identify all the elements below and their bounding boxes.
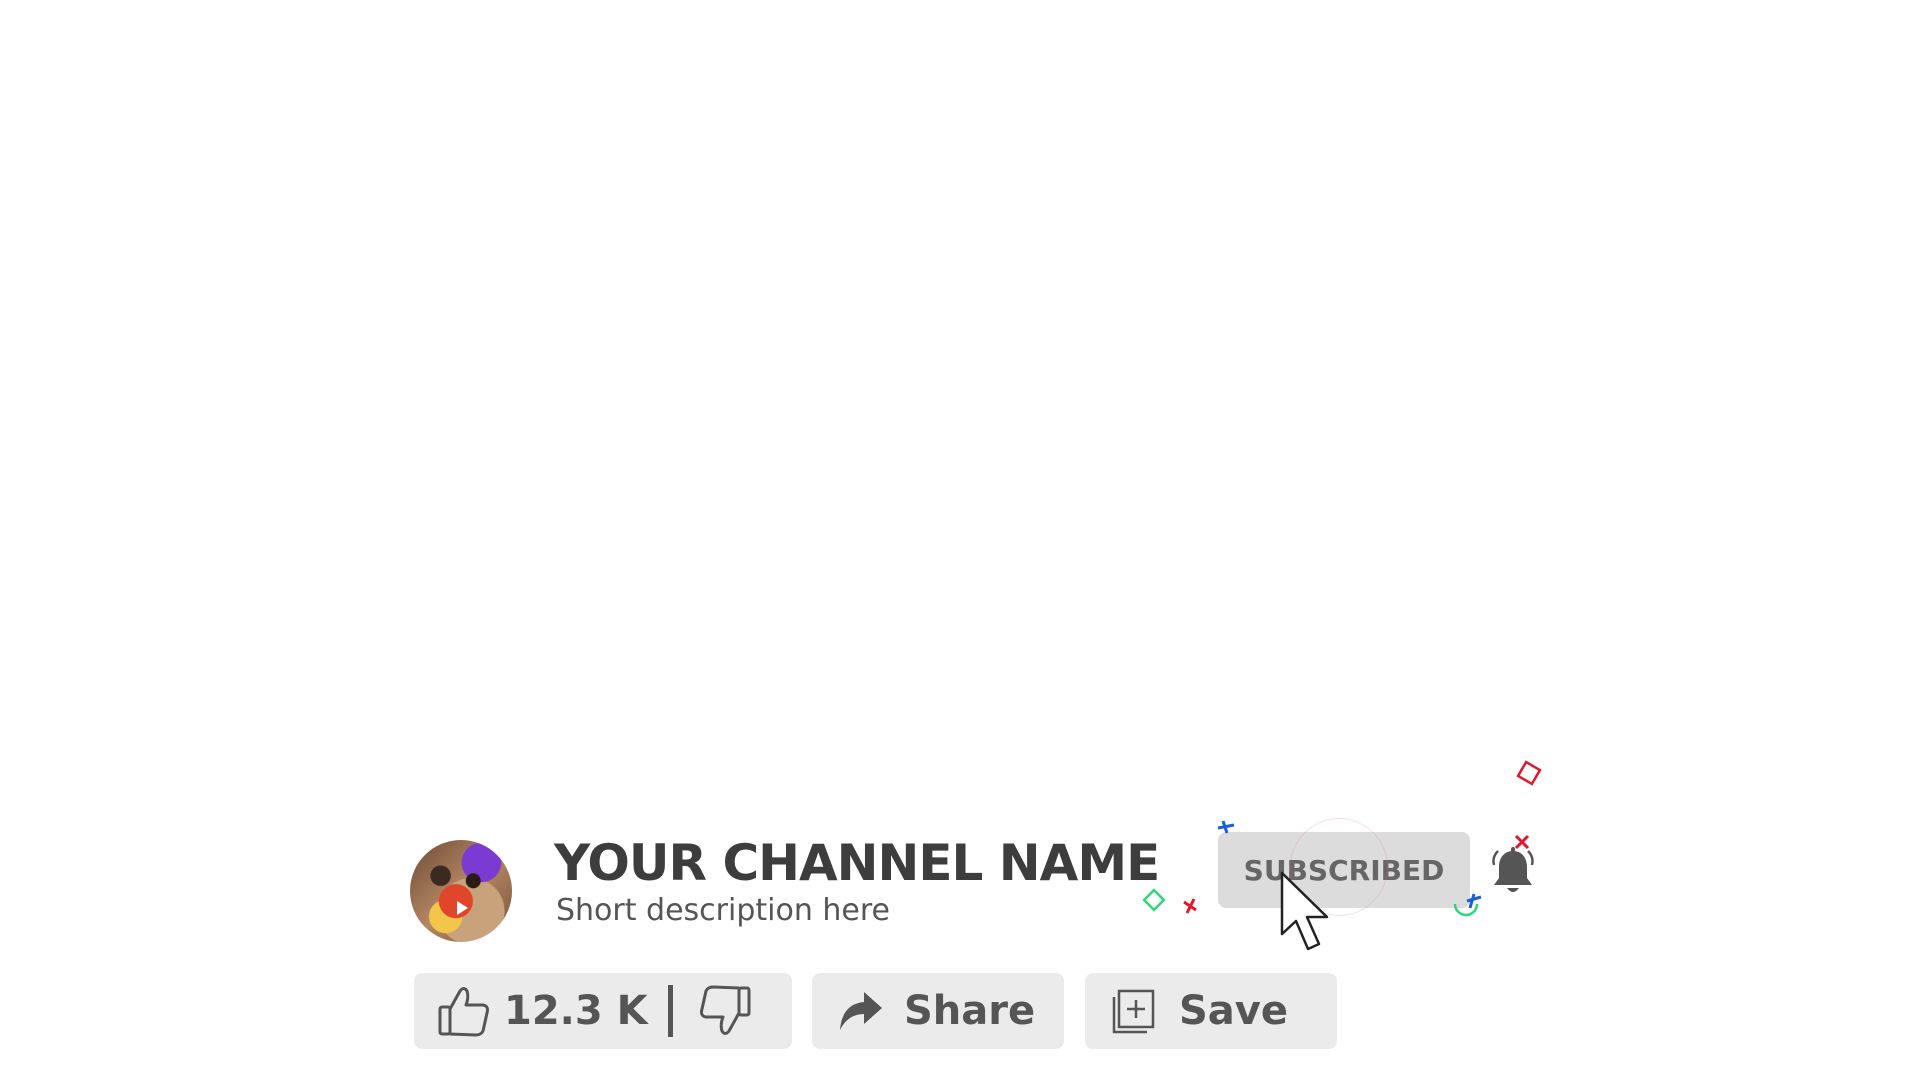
confetti-cross-blue xyxy=(1217,820,1235,834)
confetti-cross-red xyxy=(1514,834,1530,850)
save-button[interactable]: Save xyxy=(1085,973,1337,1049)
channel-name: YOUR CHANNEL NAME xyxy=(554,834,1160,892)
share-arrow-icon xyxy=(840,992,882,1030)
thumbs-up-icon[interactable] xyxy=(436,983,492,1039)
confetti-diamond-red xyxy=(1516,760,1542,786)
mouse-pointer-icon xyxy=(1280,871,1329,951)
thumbs-down-icon[interactable] xyxy=(697,983,753,1039)
playlist-add-icon xyxy=(1112,989,1155,1034)
like-dislike-bar: 12.3 K xyxy=(414,973,792,1049)
like-count: 12.3 K xyxy=(504,988,648,1034)
confetti-cross-red-left xyxy=(1183,898,1197,914)
save-label: Save xyxy=(1179,988,1289,1034)
confetti-diamond-green xyxy=(1142,888,1166,912)
like-divider xyxy=(667,985,673,1037)
share-label: Share xyxy=(904,988,1036,1034)
channel-description: Short description here xyxy=(556,893,890,928)
bell-icon[interactable] xyxy=(1488,845,1538,897)
play-icon xyxy=(457,901,468,915)
share-button[interactable]: Share xyxy=(812,973,1064,1049)
channel-avatar[interactable] xyxy=(410,840,512,942)
confetti-arc-green xyxy=(1453,903,1479,917)
